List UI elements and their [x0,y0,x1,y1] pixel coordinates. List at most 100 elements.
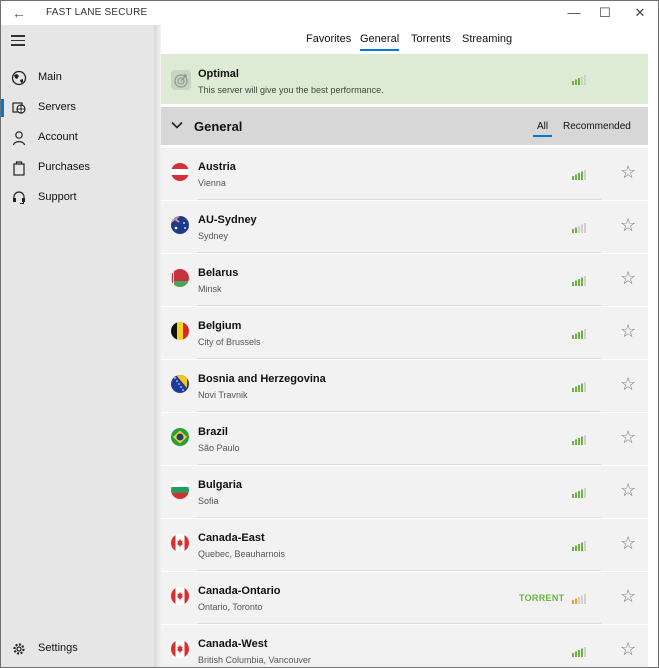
app-title: FAST LANE SECURE [46,7,148,18]
server-row[interactable]: Bosnia and Herzegovina Novi Travnik ☆ [161,360,648,412]
favorite-star-icon[interactable]: ☆ [620,481,636,499]
server-row[interactable]: Belgium City of Brussels ☆ [161,307,648,359]
flag-canada-icon [171,587,189,605]
flag-bulgaria-icon [171,481,189,499]
tab-torrents[interactable]: Torrents [411,33,451,45]
tab-general[interactable]: General [360,33,400,51]
favorite-star-icon[interactable]: ☆ [620,587,636,605]
sidebar-item-account[interactable]: Account [1,124,154,152]
filter-all-tab[interactable]: All [532,121,553,137]
sidebar: Main Servers Account Purchases Support S… [1,25,154,667]
server-row[interactable]: Canada-East Quebec, Beauharnois ☆ [161,519,648,571]
server-city: Vienna [198,178,226,188]
server-country: Belgium [198,320,242,332]
optimal-title: Optimal [198,68,239,80]
hamburger-menu-icon[interactable] [11,35,25,47]
signal-strength-icon [572,223,586,233]
favorite-star-icon[interactable]: ☆ [620,163,636,181]
close-button[interactable]: ✕ [623,3,657,23]
favorite-star-icon[interactable]: ☆ [620,640,636,658]
sidebar-item-settings[interactable]: Settings [1,635,154,663]
title-bar: ← FAST LANE SECURE — ☐ ✕ [1,1,658,25]
server-row[interactable]: Brazil São Paulo ☆ [161,413,648,465]
maximize-button[interactable]: ☐ [588,3,622,23]
server-city: Sofia [198,496,219,506]
sidebar-item-label: Support [38,191,77,203]
filter-recommended-tab[interactable]: Recommended [563,121,631,132]
server-country: Austria [198,161,236,173]
favorite-star-icon[interactable]: ☆ [620,322,636,340]
flag-belarus-icon [171,269,189,287]
signal-strength-icon [572,382,586,392]
main-content: Favorites General Torrents Streaming Opt… [161,25,648,667]
flag-austria-icon [171,163,189,181]
favorite-star-icon[interactable]: ☆ [620,375,636,393]
row-divider [197,464,601,465]
sidebar-shadow [154,25,161,667]
favorite-star-icon[interactable]: ☆ [620,269,636,287]
row-divider [197,517,601,518]
server-country: Brazil [198,426,228,438]
favorite-star-icon[interactable]: ☆ [620,534,636,552]
row-divider [197,623,601,624]
optimal-server-row[interactable]: Optimal This server will give you the be… [161,54,648,104]
gear-icon [13,643,25,655]
signal-strength-icon [572,488,586,498]
server-row[interactable]: Austria Vienna ☆ [161,148,648,200]
server-row[interactable]: AU-Sydney Sydney ☆ [161,201,648,253]
chevron-down-icon[interactable] [171,119,183,131]
row-divider [197,252,601,253]
servers-icon [12,102,26,114]
row-divider [197,358,601,359]
server-city: Sydney [198,231,229,241]
favorite-star-icon[interactable]: ☆ [620,216,636,234]
server-country: Bosnia and Herzegovina [198,373,326,385]
back-arrow-icon[interactable]: ← [9,4,29,22]
sidebar-item-label: Purchases [38,161,90,173]
torrent-badge: TORRENT [519,593,565,603]
sidebar-item-support[interactable]: Support [1,184,154,212]
settings-label: Settings [38,642,78,654]
sidebar-item-purchases[interactable]: Purchases [1,154,154,182]
flag-belgium-icon [171,322,189,340]
row-divider [197,570,601,571]
flag-australia-icon [171,216,189,234]
section-header[interactable]: General All Recommended [161,107,648,145]
flag-canada-icon [171,534,189,552]
signal-strength-icon [572,329,586,339]
flag-canada-icon [171,640,189,658]
server-row[interactable]: Belarus Minsk ☆ [161,254,648,306]
person-icon [12,131,26,146]
flag-brazil-icon [171,428,189,446]
optimal-subtitle: This server will give you the best perfo… [198,85,384,95]
server-country: AU-Sydney [198,214,257,226]
server-city: City of Brussels [198,337,261,347]
favorite-star-icon[interactable]: ☆ [620,428,636,446]
server-row[interactable]: Bulgaria Sofia ☆ [161,466,648,518]
server-row[interactable]: Canada-Ontario Ontario, Toronto TORRENT ☆ [161,572,648,624]
server-country: Canada-West [198,638,268,650]
tab-streaming[interactable]: Streaming [462,33,512,45]
server-city: Minsk [198,284,222,294]
sidebar-item-servers[interactable]: Servers [1,94,154,122]
signal-strength-icon [572,75,586,85]
sidebar-item-main[interactable]: Main [1,64,154,92]
tab-bar: Favorites General Torrents Streaming [161,25,648,53]
server-city: British Columbia, Vancouver [198,655,311,665]
section-title: General [194,119,243,134]
server-city: Novi Travnik [198,390,248,400]
signal-strength-icon [572,594,586,604]
signal-strength-icon [572,541,586,551]
tab-favorites[interactable]: Favorites [306,33,351,45]
minimize-button[interactable]: — [557,3,591,23]
signal-strength-icon [572,647,586,657]
app-window: ← FAST LANE SECURE — ☐ ✕ Main Servers Ac… [0,0,659,668]
sidebar-item-label: Main [38,71,62,83]
server-row[interactable]: Canada-West British Columbia, Vancouver ☆ [161,625,648,667]
server-city: São Paulo [198,443,240,453]
server-country: Bulgaria [198,479,243,491]
signal-strength-icon [572,435,586,445]
signal-strength-icon [572,170,586,180]
server-city: Quebec, Beauharnois [198,549,286,559]
globe-icon [11,70,27,86]
